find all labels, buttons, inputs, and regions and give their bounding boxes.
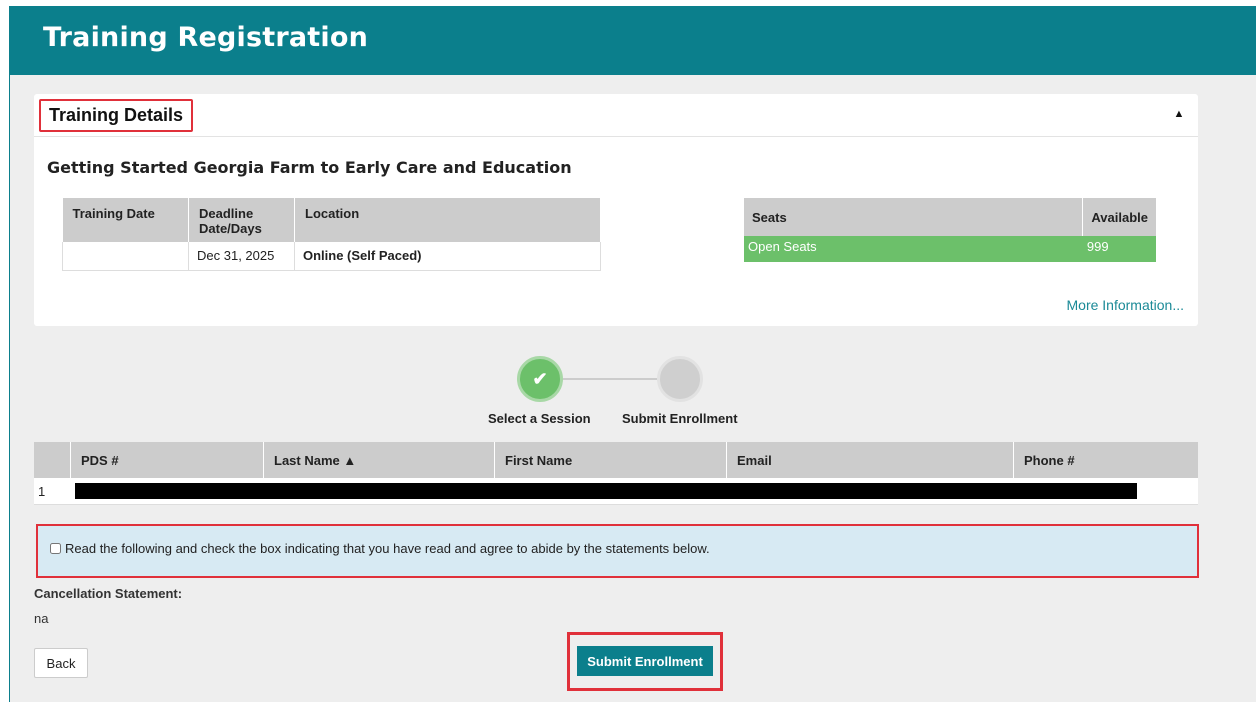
step-label-submit-enrollment: Submit Enrollment <box>622 411 738 426</box>
column-header-available: Available <box>1082 198 1156 236</box>
more-information-link[interactable]: More Information... <box>1067 297 1185 313</box>
page-title: Training Registration <box>43 22 368 53</box>
seats-table: Seats Available Open Seats 999 <box>744 198 1156 262</box>
column-header-first-name: First Name <box>494 442 727 478</box>
panel-header[interactable]: Training Details ▲ <box>34 94 1198 137</box>
enrollment-stepper: ✔ Select a Session Submit Enrollment <box>480 356 780 436</box>
step-connector <box>563 378 657 380</box>
column-header-location: Location <box>294 198 601 242</box>
column-header-last-name[interactable]: Last Name ▲ <box>263 442 495 478</box>
back-button[interactable]: Back <box>34 648 88 678</box>
caret-up-icon[interactable]: ▲ <box>1172 107 1186 121</box>
registration-page: Training Registration Training Details ▲… <box>9 6 1256 702</box>
agreement-text: Read the following and check the box ind… <box>65 541 710 556</box>
agreement-label[interactable]: Read the following and check the box ind… <box>50 541 710 556</box>
column-header-pds: PDS # <box>70 442 264 478</box>
panel-title: Training Details <box>39 99 193 132</box>
agreement-box: Read the following and check the box ind… <box>36 524 1199 578</box>
step-label-select-session: Select a Session <box>488 411 591 426</box>
redaction-bar <box>74 483 1137 499</box>
redacted-row-content <box>70 478 1198 505</box>
seats-row: Open Seats 999 <box>744 236 1156 262</box>
table-row: 1 <box>34 478 1198 505</box>
location-cell: Online (Self Paced) <box>294 242 601 271</box>
column-header-index <box>34 442 71 478</box>
column-header-email: Email <box>726 442 1014 478</box>
row-index: 1 <box>34 478 71 505</box>
submit-highlight: Submit Enrollment <box>567 632 723 691</box>
column-header-deadline: Deadline Date/Days <box>188 198 295 242</box>
cancellation-statement-value: na <box>34 611 49 626</box>
submit-enrollment-button[interactable]: Submit Enrollment <box>577 646 713 676</box>
training-details-table: Training Date Deadline Date/Days Locatio… <box>62 198 601 271</box>
seat-type-cell: Open Seats <box>744 236 1083 262</box>
training-date-cell <box>62 242 189 271</box>
step-complete-indicator: ✔ <box>517 356 563 402</box>
training-details-panel: Training Details ▲ Getting Started Georg… <box>34 94 1198 326</box>
column-header-seats: Seats <box>744 198 1083 236</box>
cancellation-statement-label: Cancellation Statement: <box>34 586 183 601</box>
check-icon: ✔ <box>532 368 548 389</box>
seats-available-cell: 999 <box>1082 236 1156 262</box>
table-row: Dec 31, 2025 Online (Self Paced) <box>62 242 601 271</box>
column-header-phone: Phone # <box>1013 442 1198 478</box>
step-pending-indicator <box>657 356 703 402</box>
agreement-checkbox[interactable] <box>50 543 61 554</box>
page-header: Training Registration <box>10 6 1256 75</box>
enrollees-table: PDS # Last Name ▲ First Name Email Phone… <box>34 442 1198 505</box>
column-header-training-date: Training Date <box>62 198 189 242</box>
deadline-cell: Dec 31, 2025 <box>188 242 295 271</box>
training-name: Getting Started Georgia Farm to Early Ca… <box>47 158 572 177</box>
